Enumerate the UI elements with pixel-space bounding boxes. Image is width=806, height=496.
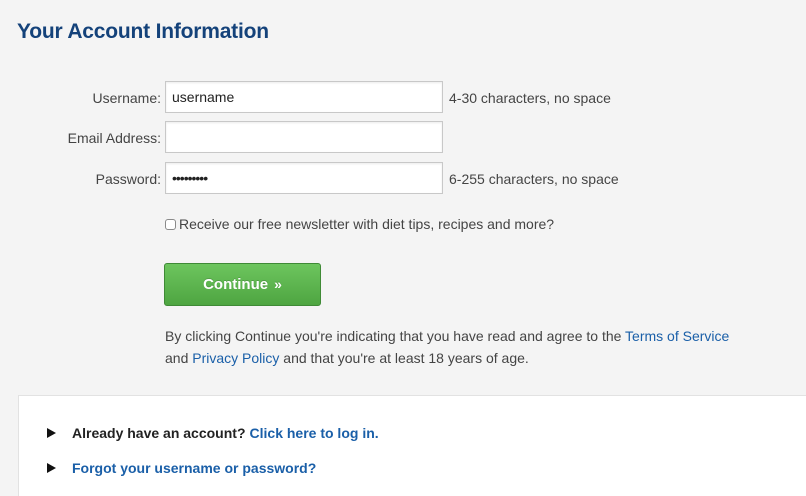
- email-row: Email Address:: [0, 121, 806, 153]
- login-link[interactable]: Click here to log in.: [250, 425, 379, 441]
- terms-text-3: and that you're at least 18 years of age…: [279, 350, 529, 366]
- email-label: Email Address:: [67, 130, 161, 146]
- terms-text-1: By clicking Continue you're indicating t…: [165, 328, 626, 344]
- login-prompt: Already have an account?: [72, 425, 246, 441]
- page-title: Your Account Information: [17, 20, 269, 43]
- privacy-policy-link[interactable]: Privacy Policy: [192, 350, 279, 366]
- username-row: Username: 4-30 characters, no space: [0, 81, 806, 113]
- password-hint: 6-255 characters, no space: [449, 171, 619, 187]
- continue-button[interactable]: Continue »: [164, 263, 321, 306]
- account-links-panel: Already have an account? Click here to l…: [18, 395, 806, 496]
- username-input[interactable]: [165, 81, 443, 113]
- terms-notice: By clicking Continue you're indicating t…: [165, 325, 806, 369]
- terms-text-2: and: [165, 350, 193, 366]
- newsletter-label: Receive our free newsletter with diet ti…: [179, 216, 555, 232]
- email-input[interactable]: [165, 121, 443, 153]
- triangle-right-icon: [47, 428, 56, 438]
- username-hint: 4-30 characters, no space: [449, 90, 611, 106]
- newsletter-option[interactable]: Receive our free newsletter with diet ti…: [165, 216, 554, 232]
- newsletter-checkbox[interactable]: [165, 218, 176, 230]
- terms-of-service-link[interactable]: Terms of Service: [625, 328, 729, 344]
- forgot-row: Forgot your username or password?: [47, 460, 316, 476]
- continue-label: Continue: [203, 276, 269, 293]
- username-label: Username:: [92, 90, 161, 106]
- triangle-right-icon: [47, 463, 56, 473]
- forgot-credentials-link[interactable]: Forgot your username or password?: [72, 460, 316, 476]
- double-chevron-right-icon: »: [274, 276, 282, 292]
- password-input[interactable]: [165, 162, 443, 194]
- password-label: Password:: [95, 171, 161, 187]
- login-row: Already have an account? Click here to l…: [47, 425, 379, 441]
- password-row: Password: 6-255 characters, no space: [0, 162, 806, 194]
